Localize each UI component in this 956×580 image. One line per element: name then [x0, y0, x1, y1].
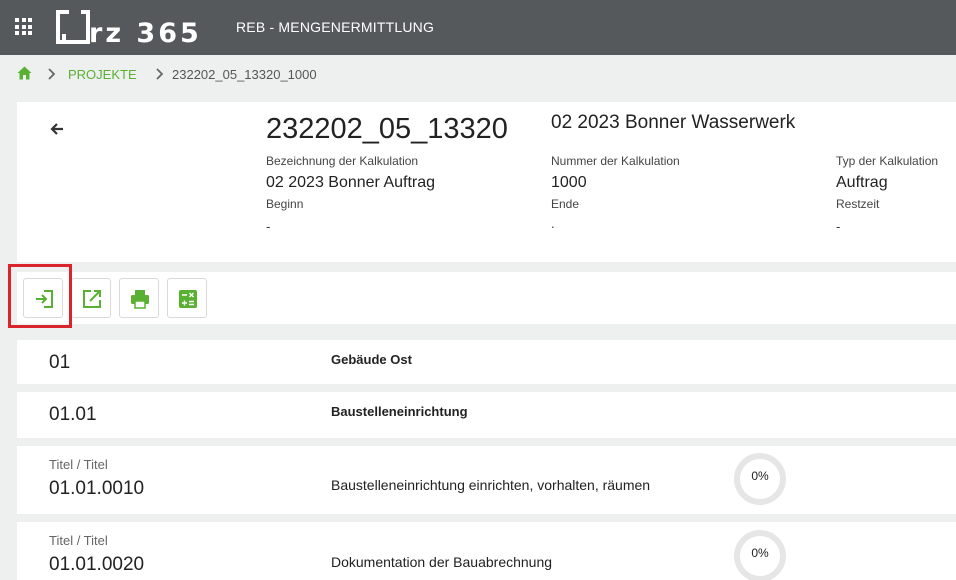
row-subtitle: Titel / Titel	[49, 533, 108, 548]
row-number: 01.01.0010	[49, 478, 145, 499]
list-item[interactable]: 01 Gebäude Ost	[17, 340, 956, 384]
brz-logo[interactable]: rz 365	[56, 10, 208, 46]
row-number: 01	[49, 352, 71, 373]
row-subtitle: Titel / Titel	[49, 457, 108, 472]
bezeichnung-value: 02 2023 Bonner Auftrag	[266, 174, 436, 191]
chevron-right-icon	[156, 68, 163, 80]
list-item[interactable]: Titel / Titel 01.01.0020 Dokumentation d…	[17, 522, 956, 580]
svg-text:rz 365: rz 365	[89, 18, 202, 46]
restzeit-label: Restzeit	[836, 197, 880, 211]
project-number: 232202_05_13320	[266, 113, 508, 145]
typ-label: Typ der Kalkulation	[836, 154, 939, 168]
list-item[interactable]: Titel / Titel 01.01.0010 Baustelleneinri…	[17, 446, 956, 514]
progress-ring: 0%	[734, 530, 786, 580]
progress-ring: 0%	[734, 453, 786, 505]
breadcrumb-projects[interactable]: PROJEKTE	[68, 67, 137, 82]
beginn-value: -	[266, 219, 271, 234]
bezeichnung-label: Bezeichnung der Kalkulation	[266, 154, 419, 168]
highlight-box	[8, 264, 72, 328]
print-button[interactable]	[119, 278, 159, 318]
project-name: 02 2023 Bonner Wasserwerk	[551, 112, 796, 133]
row-description: Dokumentation der Bauabrechnung	[331, 554, 553, 570]
calculator-button[interactable]	[167, 278, 207, 318]
beginn-label: Beginn	[266, 197, 304, 211]
progress-value: 0%	[751, 469, 769, 483]
open-external-button[interactable]	[71, 278, 111, 318]
ende-value: .	[551, 216, 555, 231]
top-bar: rz 365 REB - MENGENERMITTLUNG	[0, 0, 956, 55]
row-description: Baustelleneinrichtung einrichten, vorhal…	[331, 477, 651, 493]
restzeit-value: -	[836, 219, 841, 234]
row-number: 01.01.0020	[49, 554, 145, 575]
app-title: REB - MENGENERMITTLUNG	[236, 19, 435, 35]
project-header-card: 232202_05_13320 02 2023 Bonner Wasserwer…	[17, 102, 956, 262]
row-title: Baustelleneinrichtung	[331, 404, 468, 419]
calculator-icon	[179, 290, 197, 308]
action-toolbar	[17, 272, 956, 324]
list-item[interactable]: 01.01 Baustelleneinrichtung	[17, 392, 956, 438]
nummer-value: 1000	[551, 174, 587, 191]
breadcrumb-current: 232202_05_13320_1000	[172, 67, 317, 82]
open-external-icon	[83, 290, 101, 308]
row-title: Gebäude Ost	[331, 352, 412, 367]
row-number: 01.01	[49, 404, 97, 425]
progress-value: 0%	[751, 546, 769, 560]
app-grid-icon[interactable]	[15, 18, 32, 35]
home-icon[interactable]	[17, 66, 32, 80]
nummer-label: Nummer der Kalkulation	[551, 154, 680, 168]
back-arrow-icon[interactable]	[50, 122, 64, 136]
print-icon	[131, 290, 149, 309]
chevron-right-icon	[48, 68, 55, 80]
breadcrumb: PROJEKTE 232202_05_13320_1000	[0, 55, 956, 93]
typ-value: Auftrag	[836, 174, 888, 191]
ende-label: Ende	[551, 197, 580, 211]
